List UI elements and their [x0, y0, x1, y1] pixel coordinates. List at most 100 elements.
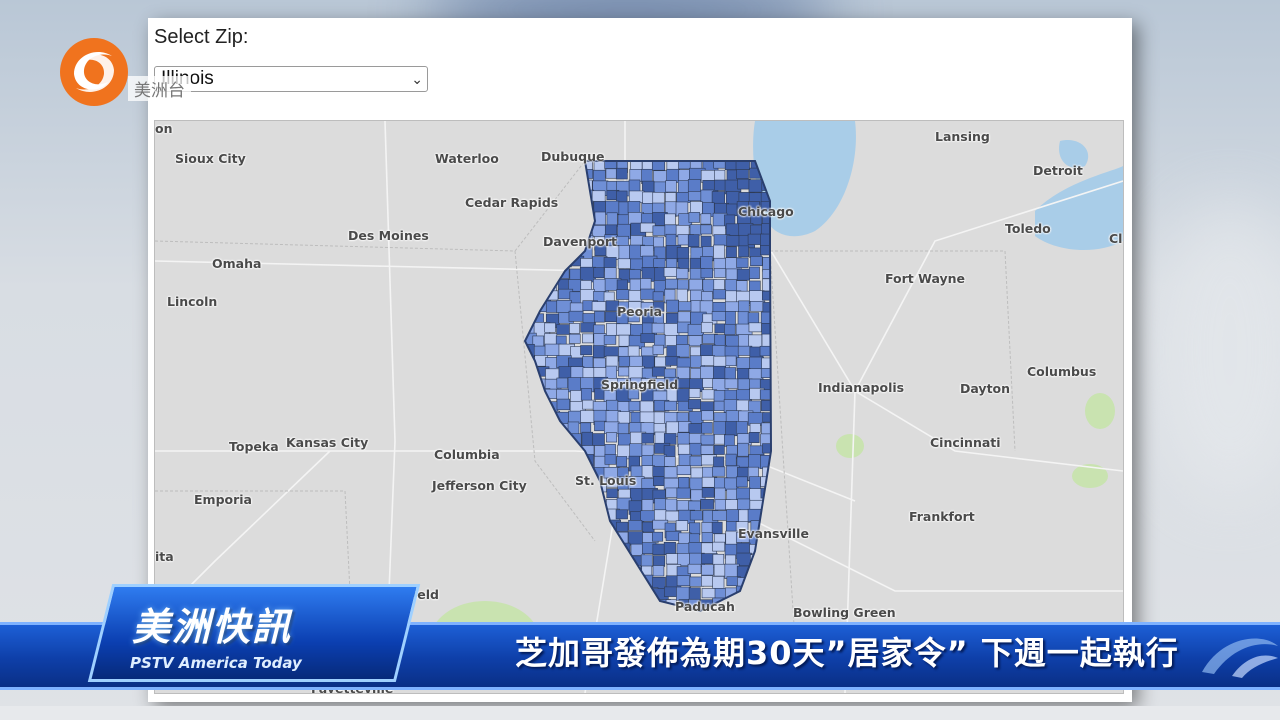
zip-region[interactable] — [522, 456, 536, 471]
zip-region[interactable] — [689, 510, 703, 521]
zip-region[interactable] — [774, 498, 789, 512]
zip-region[interactable] — [616, 456, 628, 468]
zip-region[interactable] — [676, 465, 691, 476]
zip-region[interactable] — [760, 487, 772, 499]
zip-region[interactable] — [738, 245, 749, 258]
zip-region[interactable] — [666, 158, 680, 171]
zip-region[interactable] — [663, 433, 677, 445]
zip-region[interactable] — [663, 466, 678, 479]
zip-region[interactable] — [773, 422, 785, 434]
zip-region[interactable] — [581, 487, 595, 497]
zip-region[interactable] — [616, 289, 630, 300]
zip-region[interactable] — [687, 234, 700, 248]
zip-region[interactable] — [606, 488, 618, 499]
zip-region[interactable] — [604, 576, 616, 588]
zip-region[interactable] — [736, 268, 750, 281]
zip-region[interactable] — [772, 489, 786, 501]
zip-region[interactable] — [534, 401, 547, 416]
zip-region[interactable] — [556, 598, 571, 611]
zip-region[interactable] — [774, 600, 787, 611]
zip-region[interactable] — [603, 346, 621, 357]
zip-region[interactable] — [569, 323, 580, 334]
zip-region[interactable] — [735, 421, 748, 436]
zip-region[interactable] — [713, 244, 725, 260]
zip-region[interactable] — [605, 200, 620, 215]
zip-region[interactable] — [736, 476, 748, 488]
zip-region[interactable] — [689, 442, 702, 456]
zip-region[interactable] — [546, 598, 558, 613]
zip-region[interactable] — [521, 574, 538, 585]
zip-region[interactable] — [532, 500, 547, 513]
zip-region[interactable] — [569, 575, 584, 588]
zip-region[interactable] — [762, 443, 775, 454]
zip-region[interactable] — [616, 190, 628, 203]
zip-region[interactable] — [534, 488, 549, 503]
zip-region[interactable] — [591, 301, 607, 312]
zip-region[interactable] — [664, 400, 677, 411]
zip-region[interactable] — [760, 509, 772, 524]
zip-region[interactable] — [568, 333, 581, 344]
zip-region[interactable] — [606, 212, 618, 227]
zip-region[interactable] — [556, 398, 570, 411]
zip-region[interactable] — [676, 388, 690, 402]
zip-region[interactable] — [640, 245, 654, 257]
zip-region[interactable] — [640, 333, 655, 343]
zip-region[interactable] — [652, 555, 666, 567]
zip-region[interactable] — [617, 258, 632, 269]
zip-region[interactable] — [616, 323, 632, 336]
zip-region[interactable] — [676, 378, 691, 389]
zip-region[interactable] — [545, 167, 558, 181]
zip-region[interactable] — [580, 410, 597, 423]
zip-region[interactable] — [544, 213, 556, 224]
zip-region[interactable] — [544, 322, 556, 333]
zip-region[interactable] — [676, 487, 691, 499]
zip-region[interactable] — [521, 411, 537, 427]
zip-region[interactable] — [653, 411, 666, 425]
zip-region[interactable] — [640, 510, 657, 522]
zip-region[interactable] — [544, 565, 559, 576]
zip-region[interactable] — [568, 310, 584, 322]
zip-region[interactable] — [558, 444, 574, 460]
zip-region[interactable] — [568, 180, 584, 191]
zip-region[interactable] — [724, 477, 739, 491]
zip-region[interactable] — [641, 499, 654, 512]
zip-region[interactable] — [534, 555, 550, 569]
zip-region[interactable] — [544, 223, 557, 235]
zip-region[interactable] — [701, 487, 715, 498]
zip-region[interactable] — [773, 292, 785, 305]
zip-region[interactable] — [569, 597, 582, 610]
zip-region[interactable] — [760, 565, 777, 580]
zip-region[interactable] — [725, 355, 737, 367]
zip-region[interactable] — [546, 520, 563, 533]
zip-region[interactable] — [556, 300, 572, 314]
zip-region[interactable] — [605, 586, 620, 599]
zip-region[interactable] — [713, 365, 727, 380]
zip-region[interactable] — [676, 334, 688, 345]
zip-region[interactable] — [558, 588, 570, 599]
zip-region[interactable] — [689, 455, 703, 467]
zip-region[interactable] — [725, 421, 737, 437]
zip-region[interactable] — [521, 278, 536, 292]
zip-region[interactable] — [737, 178, 751, 190]
zip-region[interactable] — [556, 566, 569, 578]
zip-region[interactable] — [676, 344, 690, 358]
zip-region[interactable] — [760, 576, 774, 589]
zip-region[interactable] — [640, 597, 656, 612]
zip-region[interactable] — [762, 500, 777, 512]
zip-region[interactable] — [580, 345, 593, 356]
zip-region[interactable] — [628, 520, 643, 531]
zip-region[interactable] — [569, 200, 581, 212]
zip-region[interactable] — [725, 453, 737, 466]
zip-region[interactable] — [557, 541, 572, 558]
zip-region[interactable] — [664, 456, 676, 467]
zip-region[interactable] — [532, 179, 547, 192]
zip-region[interactable] — [521, 510, 533, 524]
zip-region[interactable] — [593, 345, 605, 359]
zip-region[interactable] — [762, 278, 775, 292]
zip-region[interactable] — [581, 564, 597, 577]
zip-region[interactable] — [545, 554, 558, 567]
zip-region[interactable] — [774, 433, 789, 442]
zip-region[interactable] — [748, 179, 763, 193]
zip-region[interactable] — [774, 454, 789, 464]
zip-region[interactable] — [568, 192, 583, 204]
